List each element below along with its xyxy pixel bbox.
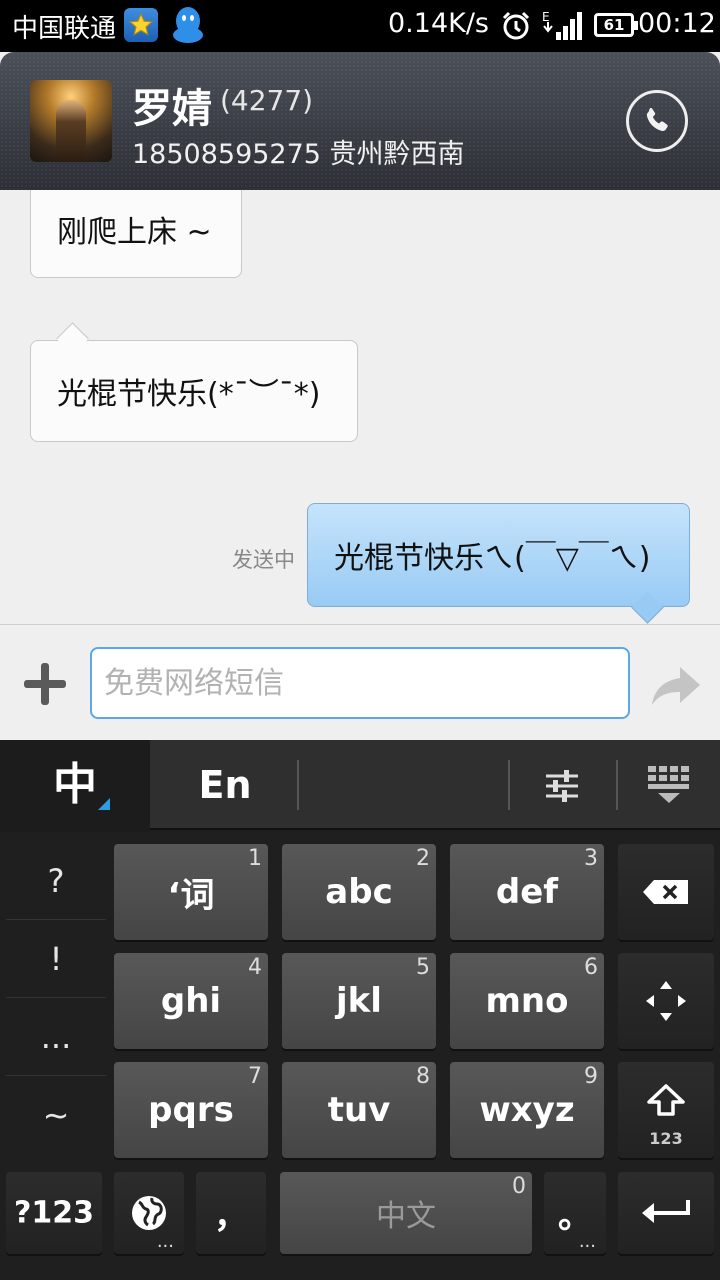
key-8[interactable]: 8 tuv bbox=[282, 1062, 436, 1158]
battery-indicator: 61 bbox=[594, 13, 638, 37]
send-arrow-icon[interactable] bbox=[650, 663, 702, 707]
carrier-name: 中国联通 bbox=[12, 14, 117, 44]
symbol-key[interactable]: ... bbox=[6, 998, 106, 1076]
globe-icon bbox=[132, 1196, 166, 1230]
toolbar-divider bbox=[508, 760, 510, 810]
message-text: 刚爬上床 ~ bbox=[57, 215, 212, 250]
settings-sliders-icon[interactable] bbox=[540, 764, 584, 808]
outgoing-message[interactable]: 光棍节快乐ㄟ(￣▽￣ㄟ) bbox=[307, 503, 690, 607]
contact-phone-location: 18508595275 贵州黔西南 bbox=[132, 139, 465, 170]
clock: 00:12 bbox=[638, 8, 716, 39]
message-count: (4277) bbox=[220, 84, 314, 117]
contact-header: 罗婧 (4277) 18508595275 贵州黔西南 bbox=[0, 52, 720, 190]
key-3[interactable]: 3 def bbox=[450, 844, 604, 940]
keyboard: 中 En ? ! ... ~ 1 ‘词 2 abc 3 def 4 ghi 5 … bbox=[0, 740, 720, 1280]
key-1[interactable]: 1 ‘词 bbox=[114, 844, 268, 940]
signal-icon: E bbox=[542, 10, 582, 40]
incoming-message[interactable]: 光棍节快乐(*¯︶¯*) bbox=[30, 340, 358, 442]
key-5[interactable]: 5 jkl bbox=[282, 953, 436, 1049]
network-speed: 0.14K/s bbox=[388, 8, 489, 39]
symbol-key[interactable]: ! bbox=[6, 920, 106, 998]
space-key[interactable]: 0 中文 bbox=[280, 1172, 532, 1254]
incoming-message[interactable]: 刚爬上床 ~ bbox=[30, 190, 242, 278]
qq-icon bbox=[173, 7, 203, 43]
message-list[interactable]: 刚爬上床 ~ 光棍节快乐(*¯︶¯*) 发送中 光棍节快乐ㄟ(￣▽￣ㄟ) bbox=[0, 190, 720, 624]
phone-icon bbox=[646, 108, 668, 132]
call-button[interactable] bbox=[626, 90, 688, 152]
key-4[interactable]: 4 ghi bbox=[114, 953, 268, 1049]
keyboard-toolbar: 中 En bbox=[0, 740, 720, 832]
mode-chinese-button[interactable]: 中 bbox=[0, 740, 150, 832]
symbols-key[interactable]: ?123 bbox=[6, 1172, 102, 1254]
toolbar-divider bbox=[616, 760, 618, 810]
globe-key[interactable]: ... bbox=[114, 1172, 184, 1254]
message-input[interactable] bbox=[90, 647, 630, 719]
key-2[interactable]: 2 abc bbox=[282, 844, 436, 940]
alarm-icon bbox=[502, 11, 530, 40]
key-7[interactable]: 7 pqrs bbox=[114, 1062, 268, 1158]
backspace-icon bbox=[643, 880, 688, 904]
key-6[interactable]: 6 mno bbox=[450, 953, 604, 1049]
symbol-key[interactable]: ~ bbox=[6, 1076, 106, 1154]
toolbar-divider bbox=[297, 760, 299, 810]
message-text: 光棍节快乐(*¯︶¯*) bbox=[57, 377, 321, 412]
period-key[interactable]: 。 ... bbox=[544, 1172, 606, 1254]
backspace-key[interactable] bbox=[618, 844, 714, 940]
contact-name: 罗婧 bbox=[132, 86, 212, 132]
enter-icon bbox=[642, 1200, 690, 1223]
avatar[interactable] bbox=[30, 80, 112, 162]
comma-key[interactable]: ， bbox=[196, 1172, 266, 1254]
status-bar: 中国联通 0.14K/s E 61 00:12 bbox=[0, 0, 720, 52]
symbol-key[interactable]: ? bbox=[6, 842, 106, 920]
keyboard-hide-icon[interactable] bbox=[644, 762, 694, 806]
key-9[interactable]: 9 wxyz bbox=[450, 1062, 604, 1158]
star-badge-icon bbox=[124, 8, 158, 42]
move-cursor-icon bbox=[646, 981, 686, 1021]
enter-key[interactable] bbox=[618, 1172, 714, 1254]
message-text: 光棍节快乐ㄟ(￣▽￣ㄟ) bbox=[334, 541, 651, 576]
cursor-move-key[interactable] bbox=[618, 953, 714, 1049]
message-status: 发送中 bbox=[232, 548, 295, 572]
shift-icon bbox=[647, 1084, 685, 1117]
plus-icon[interactable] bbox=[24, 663, 66, 705]
compose-bar bbox=[0, 624, 720, 740]
symbol-column: ? ! ... ~ bbox=[6, 842, 106, 1154]
mode-english-button[interactable]: En bbox=[150, 740, 300, 830]
svg-text:E: E bbox=[542, 10, 550, 24]
shift-key[interactable]: 123 bbox=[618, 1062, 714, 1158]
